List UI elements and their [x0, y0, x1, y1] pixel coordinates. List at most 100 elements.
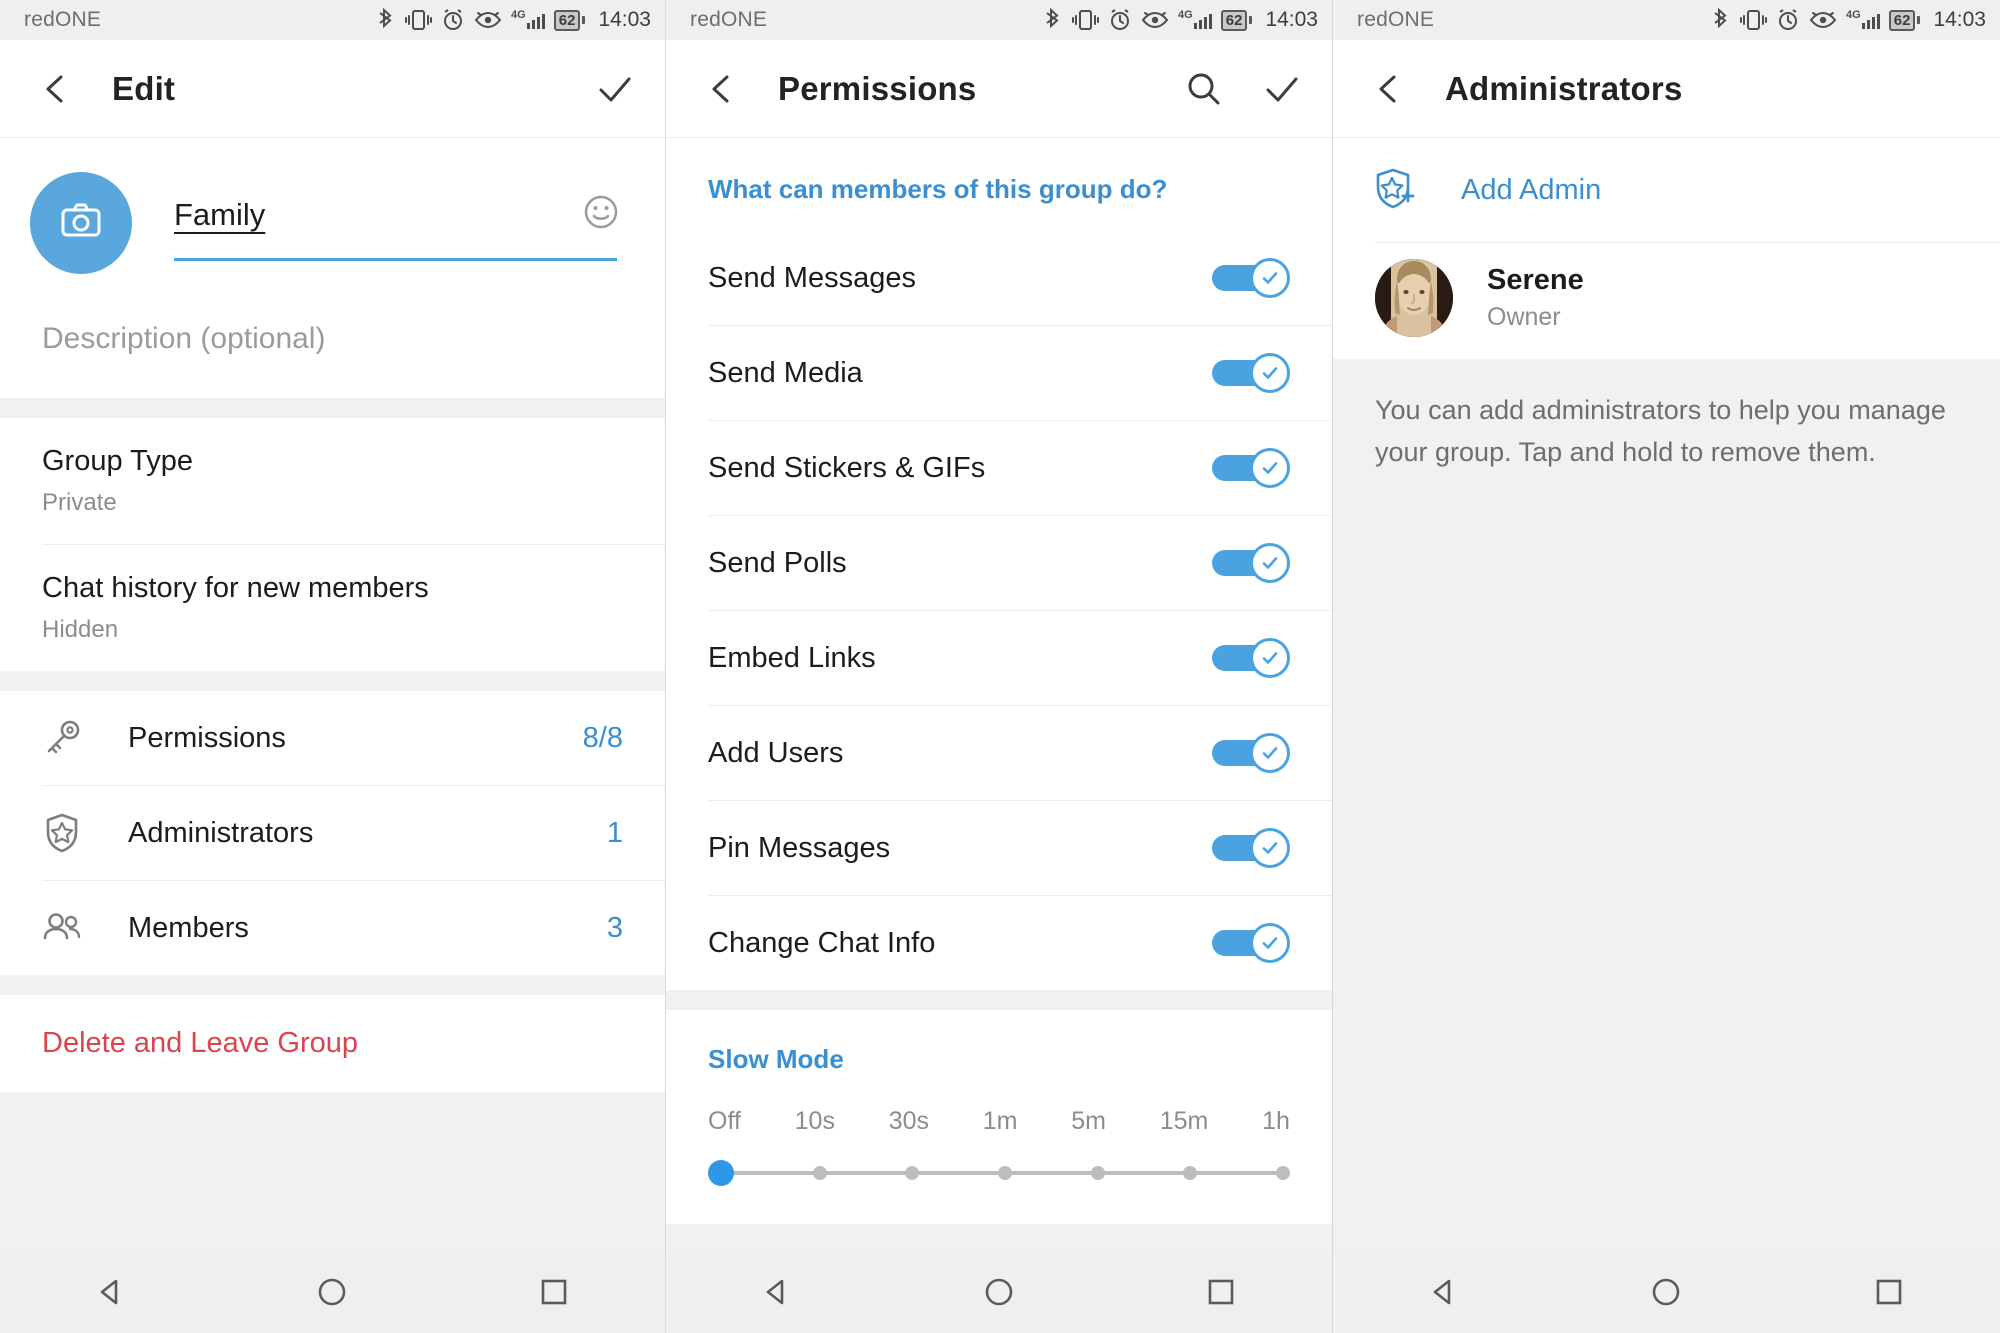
vibrate-icon	[1739, 7, 1767, 33]
slow-mode-track[interactable]	[708, 1160, 1290, 1186]
permission-row-change-chat-info[interactable]: Change Chat Info	[666, 896, 1332, 990]
toggle-check-icon	[1250, 258, 1290, 298]
toggle-check-icon	[1250, 543, 1290, 583]
toggle-add-users[interactable]	[1212, 733, 1290, 773]
back-arrow-icon[interactable]	[1361, 61, 1417, 117]
permission-label: Add Users	[708, 736, 844, 769]
square-recents-icon[interactable]	[1829, 1250, 1949, 1333]
permission-row-send-messages[interactable]: Send Messages	[666, 231, 1332, 325]
system-navigation-bar	[0, 1250, 665, 1333]
triangle-back-icon[interactable]	[717, 1250, 837, 1333]
back-arrow-icon[interactable]	[694, 61, 750, 117]
delete-and-leave-group-label: Delete and Leave Group	[42, 1027, 358, 1059]
clock-label: 14:03	[1265, 8, 1318, 31]
system-navigation-bar	[666, 1250, 1332, 1333]
permission-row-send-media[interactable]: Send Media	[666, 326, 1332, 420]
alarm-icon	[1776, 7, 1800, 33]
svg-text:4G: 4G	[1178, 9, 1193, 21]
square-recents-icon[interactable]	[1161, 1250, 1281, 1333]
slow-mode-title: Slow Mode	[666, 1010, 1332, 1075]
sidebar-item-label: Members	[128, 911, 249, 944]
slow-mode-dot[interactable]	[997, 1166, 1012, 1180]
permission-row-pin-messages[interactable]: Pin Messages	[666, 801, 1332, 895]
setting-row-group-type[interactable]: Group Type Private	[0, 418, 665, 544]
toggle-change-chat-info[interactable]	[1212, 923, 1290, 963]
vibrate-icon	[1071, 7, 1099, 33]
add-admin-button[interactable]: Add Admin	[1333, 138, 2000, 242]
group-avatar-button[interactable]	[30, 172, 132, 274]
slow-mode-dot[interactable]	[905, 1166, 920, 1180]
toggle-embed-links[interactable]	[1212, 638, 1290, 678]
triangle-back-icon[interactable]	[51, 1250, 171, 1333]
setting-value: Hidden	[42, 616, 119, 643]
emoji-smiley-icon[interactable]	[581, 192, 621, 237]
status-icon-group: 4G 62 14:03	[375, 7, 651, 33]
carrier-label: redONE	[24, 8, 102, 31]
toggle-send-media[interactable]	[1212, 353, 1290, 393]
check-icon[interactable]	[587, 61, 643, 117]
toggle-check-icon	[1250, 733, 1290, 773]
sidebar-item-permissions[interactable]: Permissions 8/8	[0, 691, 665, 785]
toggle-send-polls[interactable]	[1212, 543, 1290, 583]
group-name-input[interactable]: Family	[174, 197, 265, 233]
toggle-check-icon	[1250, 353, 1290, 393]
back-arrow-icon[interactable]	[28, 61, 84, 117]
triangle-back-icon[interactable]	[1384, 1250, 1504, 1333]
eye-comfort-icon	[1141, 7, 1169, 33]
permission-label: Pin Messages	[708, 831, 891, 864]
alarm-icon	[1108, 7, 1132, 33]
slow-mode-dot[interactable]	[1090, 1166, 1105, 1180]
slow-mode-tick: 15m	[1159, 1107, 1209, 1135]
slow-mode-dot[interactable]	[1275, 1166, 1290, 1180]
slow-mode-dot[interactable]	[1183, 1166, 1198, 1180]
carrier-label: redONE	[690, 8, 768, 31]
description-input[interactable]: Description (optional)	[0, 274, 665, 398]
slow-mode-tick-labels: Off 10s 30s 1m 5m 15m 1h	[708, 1107, 1290, 1136]
slow-mode-tick: 1h	[1262, 1107, 1290, 1135]
three-panel-screenshot: redONE 4G 62 14:03 Edit Family Descripti…	[0, 0, 2000, 1333]
panel-edit: redONE 4G 62 14:03 Edit Family Descripti…	[0, 0, 666, 1333]
sidebar-item-members[interactable]: Members 3	[0, 881, 665, 975]
toggle-send-stickers-gifs[interactable]	[1212, 448, 1290, 488]
permission-row-embed-links[interactable]: Embed Links	[666, 611, 1332, 705]
setting-row-chat-history[interactable]: Chat history for new members Hidden	[0, 545, 665, 671]
section-gap	[666, 1224, 1332, 1244]
alarm-icon	[441, 7, 465, 33]
slow-mode-dot[interactable]	[812, 1166, 827, 1180]
square-recents-icon[interactable]	[494, 1250, 614, 1333]
members-icon	[34, 904, 90, 952]
toggle-send-messages[interactable]	[1212, 258, 1290, 298]
permission-row-send-stickers-gifs[interactable]: Send Stickers & GIFs	[666, 421, 1332, 515]
vibrate-icon	[404, 7, 432, 33]
search-icon[interactable]	[1176, 61, 1232, 117]
slow-mode-dot-selected[interactable]	[708, 1160, 734, 1186]
check-icon[interactable]	[1254, 61, 1310, 117]
panel-administrators: redONE 4G 62 14:03 Administrators Add Ad…	[1333, 0, 2000, 1333]
circle-home-icon[interactable]	[939, 1250, 1059, 1333]
circle-home-icon[interactable]	[1606, 1250, 1726, 1333]
add-admin-label: Add Admin	[1461, 173, 1602, 206]
toggle-pin-messages[interactable]	[1212, 828, 1290, 868]
delete-and-leave-group-button[interactable]: Delete and Leave Group	[0, 995, 665, 1092]
app-bar-permissions: Permissions	[666, 40, 1332, 138]
panel-permissions: redONE 4G 62 14:03 Permissions What can …	[666, 0, 1333, 1333]
status-bar: redONE 4G 62 14:03	[0, 0, 665, 40]
clock-label: 14:03	[1933, 8, 1986, 31]
list-item[interactable]: Serene Owner	[1333, 243, 2000, 359]
permission-label: Send Messages	[708, 261, 916, 294]
avatar	[1375, 259, 1453, 337]
permission-label: Change Chat Info	[708, 926, 936, 959]
permission-row-send-polls[interactable]: Send Polls	[666, 516, 1332, 610]
status-bar: redONE 4G 62 14:03	[666, 0, 1332, 40]
key-icon	[34, 714, 90, 762]
sidebar-item-administrators[interactable]: Administrators 1	[0, 786, 665, 880]
eye-comfort-icon	[474, 7, 502, 33]
slow-mode-slider[interactable]: Off 10s 30s 1m 5m 15m 1h	[666, 1075, 1332, 1224]
permission-row-add-users[interactable]: Add Users	[666, 706, 1332, 800]
members-count: 3	[606, 911, 623, 944]
circle-home-icon[interactable]	[272, 1250, 392, 1333]
permission-label: Send Polls	[708, 546, 847, 579]
administrators-card: Add Admin Serene Owner	[1333, 138, 2000, 359]
status-icon-group: 4G 62 14:03	[1710, 7, 1986, 33]
sidebar-item-label: Permissions	[128, 721, 286, 754]
